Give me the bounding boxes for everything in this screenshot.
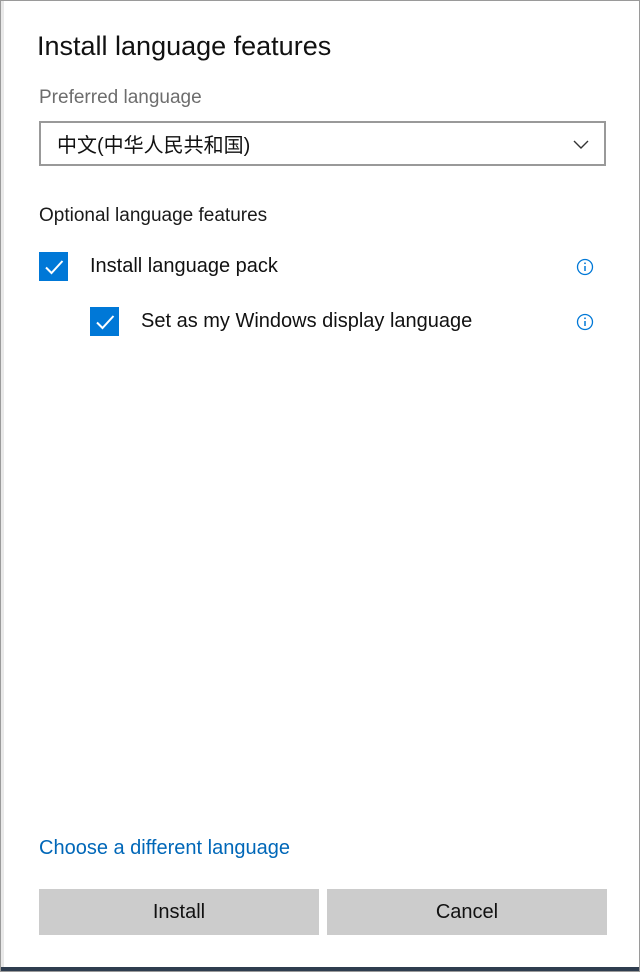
- set-display-language-label: Set as my Windows display language: [141, 310, 473, 332]
- preferred-language-dropdown[interactable]: 中文(中华人民共和国): [39, 121, 606, 166]
- optional-features-heading: Optional language features: [39, 205, 268, 226]
- chevron-down-icon: [573, 140, 589, 149]
- install-language-pack-option: Install language pack: [39, 252, 278, 281]
- install-language-features-dialog: Install language features Preferred lang…: [0, 0, 640, 972]
- dialog-title: Install language features: [37, 31, 332, 61]
- install-button[interactable]: Install: [39, 889, 319, 935]
- info-icon[interactable]: [576, 313, 594, 331]
- info-icon[interactable]: [576, 258, 594, 276]
- checkmark-icon: [44, 259, 63, 274]
- cancel-button[interactable]: Cancel: [327, 889, 607, 935]
- install-language-pack-label: Install language pack: [90, 255, 278, 277]
- set-display-language-checkbox[interactable]: [90, 307, 119, 336]
- install-language-pack-checkbox[interactable]: [39, 252, 68, 281]
- preferred-language-value: 中文(中华人民共和国): [57, 135, 251, 157]
- choose-different-language-link[interactable]: Choose a different language: [39, 837, 290, 860]
- preferred-language-label: Preferred language: [39, 87, 202, 108]
- set-display-language-option: Set as my Windows display language: [90, 307, 472, 336]
- checkmark-icon: [95, 314, 114, 329]
- window-left-edge: [1, 1, 4, 971]
- window-bottom-edge: [1, 967, 639, 971]
